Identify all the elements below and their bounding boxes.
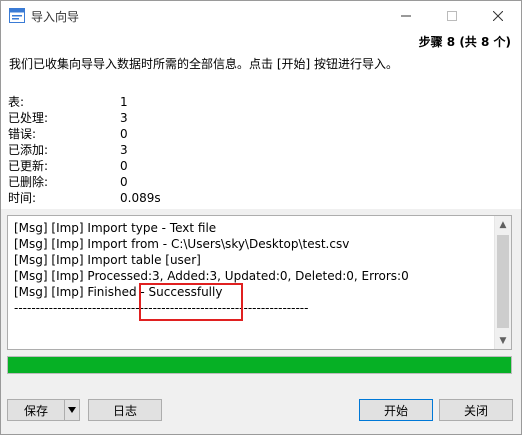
stat-value: 3 [120,111,128,125]
scroll-thumb[interactable] [497,235,509,328]
log-line: [Msg] [Imp] Import from - C:\Users\sky\D… [14,237,350,251]
stat-label: 已更新: [8,159,49,173]
scroll-up-arrow-icon[interactable]: ▲ [495,216,511,233]
stat-label: 已添加: [8,143,49,157]
stat-value: 0 [120,175,128,189]
stat-value: 1 [120,95,128,109]
close-icon [493,11,503,21]
stat-value: 0.089s [120,191,161,205]
log-line: [Msg] [Imp] Import type - Text file [14,221,217,235]
import-progress-bar [7,356,512,374]
start-button[interactable]: 开始 [359,399,433,421]
stat-label: 已删除: [8,175,49,189]
close-window-button[interactable] [475,1,521,31]
close-button[interactable]: 关闭 [439,399,513,421]
log-scrollbar[interactable]: ▲ ▼ [494,216,511,349]
title-bar: 导入向导 [1,1,521,31]
log-line: [Msg] [Imp] Import table [user] [14,253,201,267]
import-stats: 表: 1 已处理: 3 错误: 0 已添加: 3 已更新: 0 已删除: 0 时… [1,86,521,209]
stat-label: 错误: [8,127,37,141]
scroll-down-arrow-icon[interactable]: ▼ [495,332,511,349]
stat-label: 已处理: [8,111,49,125]
minimize-icon [401,15,411,17]
maximize-button[interactable] [429,1,475,31]
wizard-app-icon [9,8,25,23]
chevron-down-icon [68,407,76,413]
window-title: 导入向导 [31,10,80,24]
stat-value: 3 [120,143,128,157]
import-log[interactable]: [Msg] [Imp] Import type - Text file [Msg… [7,215,512,350]
stat-label: 表: [8,95,25,109]
log-button[interactable]: 日志 [88,399,162,421]
stat-value: 0 [120,159,128,173]
stat-label: 时间: [8,191,37,205]
save-button[interactable]: 保存 [7,399,65,421]
maximize-icon [447,11,457,21]
step-indicator: 步骤 8 (共 8 个) [418,35,511,49]
intro-text: 我们已收集向导导入数据时所需的全部信息。点击 [开始] 按钮进行导入。 [9,57,398,71]
save-dropdown-button[interactable] [64,399,80,421]
wizard-header: 步骤 8 (共 8 个) 我们已收集向导导入数据时所需的全部信息。点击 [开始]… [1,31,521,86]
minimize-button[interactable] [383,1,429,31]
progress-fill [8,357,511,373]
log-line: [Msg] [Imp] Processed:3, Added:3, Update… [14,269,409,283]
success-highlight-annotation [139,283,243,321]
stat-value: 0 [120,127,128,141]
import-wizard-window: 导入向导 步骤 8 (共 8 个) 我们已收集向导导入数据时所需的全部信息。点击… [0,0,522,435]
